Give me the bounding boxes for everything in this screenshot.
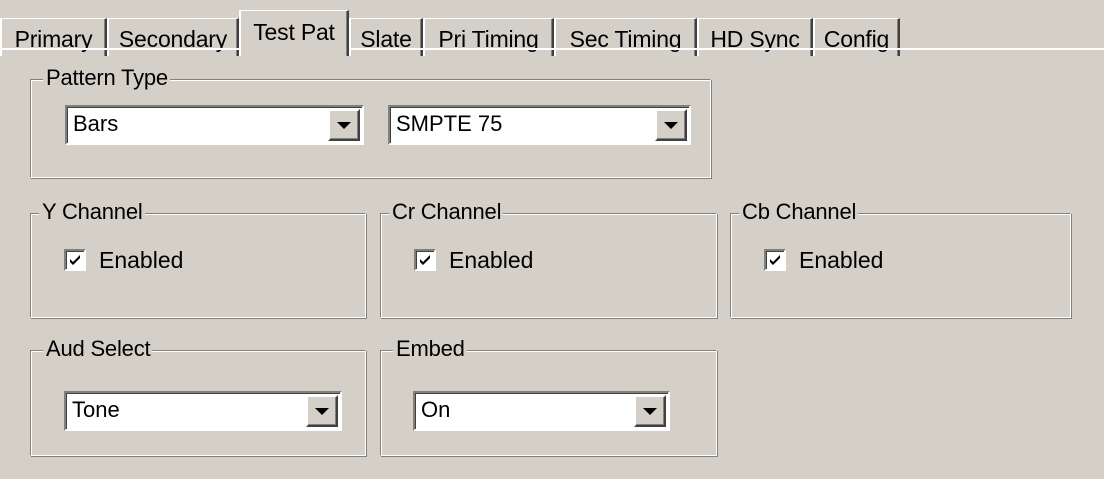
aud-select-dropdown-button[interactable]: [306, 395, 338, 427]
tab-secondary[interactable]: Secondary: [107, 18, 239, 56]
chevron-down-icon: [315, 408, 329, 415]
tab-panel-border: [349, 48, 1104, 50]
embed-value: On: [421, 397, 451, 422]
checkmark-icon: [70, 255, 80, 265]
cb-channel-title: Cb Channel: [739, 197, 859, 227]
pattern-variant-value: SMPTE 75: [396, 111, 503, 136]
pattern-type-value: Bars: [73, 111, 119, 136]
pattern-type-title: Pattern Type: [43, 63, 170, 93]
embed-dropdown[interactable]: On: [413, 391, 670, 431]
pattern-type-select[interactable]: Bars: [65, 105, 364, 145]
aud-select-dropdown[interactable]: Tone: [64, 391, 342, 431]
embed-title: Embed: [393, 334, 467, 364]
checkbox[interactable]: [764, 249, 786, 271]
tab-sec-timing[interactable]: Sec Timing: [554, 18, 697, 56]
y-channel-title: Y Channel: [39, 197, 145, 227]
checkmark-icon: [420, 255, 430, 265]
tab-pri-timing[interactable]: Pri Timing: [423, 18, 554, 56]
embed-group: Embed On: [380, 334, 717, 456]
chevron-down-icon: [664, 122, 678, 129]
pattern-type-group: Pattern Type Bars SMPTE 75: [30, 63, 711, 178]
cr-channel-group: Cr Channel Enabled: [380, 197, 717, 318]
pattern-variant-select[interactable]: SMPTE 75: [388, 105, 691, 145]
aud-select-value: Tone: [72, 397, 120, 422]
aud-select-title: Aud Select: [43, 334, 153, 364]
chevron-down-icon: [337, 122, 351, 129]
enabled-label: Enabled: [449, 247, 534, 273]
chevron-down-icon: [643, 408, 657, 415]
enabled-label: Enabled: [99, 247, 184, 273]
checkbox[interactable]: [414, 249, 436, 271]
tab-primary[interactable]: Primary: [0, 18, 107, 56]
checkbox[interactable]: [64, 249, 86, 271]
cr-channel-title: Cr Channel: [389, 197, 504, 227]
tab-test-pat[interactable]: Test Pat: [239, 10, 349, 56]
pattern-variant-dropdown-button[interactable]: [655, 109, 687, 141]
aud-select-group: Aud Select Tone: [30, 334, 366, 456]
tab-hd-sync[interactable]: HD Sync: [697, 18, 813, 56]
pattern-type-dropdown-button[interactable]: [328, 109, 360, 141]
embed-dropdown-button[interactable]: [634, 395, 666, 427]
y-channel-group: Y Channel Enabled: [30, 197, 366, 318]
checkmark-icon: [770, 255, 780, 265]
tab-panel-border: [0, 48, 239, 50]
cb-channel-group: Cb Channel Enabled: [730, 197, 1071, 318]
tab-slate[interactable]: Slate: [349, 18, 423, 56]
tab-config[interactable]: Config: [813, 18, 900, 56]
enabled-label: Enabled: [799, 247, 884, 273]
test-pattern-page: Primary Secondary Test Pat Slate Pri Tim…: [0, 0, 1104, 479]
